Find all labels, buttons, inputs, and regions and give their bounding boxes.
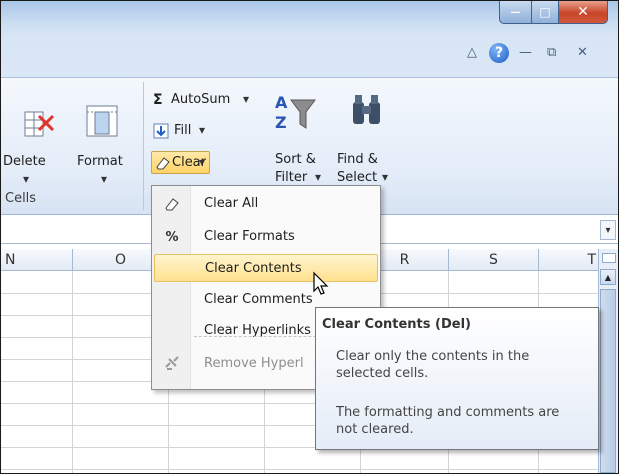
sort-filter-icon: A Z bbox=[275, 93, 316, 132]
clear-button[interactable]: Clear ▾ bbox=[151, 151, 210, 174]
delete-label: Delete bbox=[3, 154, 46, 169]
help-icon: ? bbox=[494, 45, 504, 61]
format-cells-icon bbox=[86, 105, 118, 137]
maximize-icon: □ bbox=[539, 5, 551, 19]
caret-up-icon: △ bbox=[467, 45, 477, 60]
excel-window: — □ ✕ △ ? — ⧉ ✕ Delete ▾ Format ▾ Cells … bbox=[0, 0, 619, 474]
doc-restore-button[interactable]: ⧉ bbox=[547, 45, 556, 60]
binoculars-icon bbox=[353, 95, 380, 124]
restore-icon: ⧉ bbox=[547, 45, 557, 60]
svg-text:A: A bbox=[275, 93, 288, 112]
chevron-down-icon: ▾ bbox=[382, 170, 389, 184]
title-bar: — □ ✕ bbox=[1, 1, 618, 35]
chevron-down-icon: ▾ bbox=[199, 123, 206, 137]
fill-button[interactable]: Fill ▾ bbox=[153, 120, 223, 142]
column-header-s[interactable]: S bbox=[449, 249, 539, 271]
tooltip-line-3: The formatting and comments are bbox=[336, 405, 560, 420]
chevron-down-icon: ▾ bbox=[23, 172, 30, 186]
sort-filter-label-1: Sort & bbox=[275, 152, 316, 167]
fill-label: Fill bbox=[174, 123, 192, 138]
expand-formula-bar-button[interactable]: ▾ bbox=[600, 220, 616, 240]
grid-row-line bbox=[1, 469, 599, 470]
chevron-down-icon: ▾ bbox=[101, 172, 108, 186]
group-separator bbox=[143, 82, 144, 210]
fill-down-icon bbox=[153, 123, 169, 139]
sort-filter-label-2: Filter bbox=[275, 170, 308, 185]
mouse-cursor-icon bbox=[313, 271, 329, 295]
cells-group-label: Cells bbox=[5, 191, 37, 206]
delete-cells-icon bbox=[24, 111, 55, 137]
autosum-label: AutoSum bbox=[171, 92, 231, 107]
autosum-button[interactable]: Σ AutoSum ▾ bbox=[153, 90, 263, 112]
svg-text:Z: Z bbox=[275, 113, 287, 132]
scroll-up-button[interactable]: ▲ bbox=[600, 269, 616, 285]
chevron-down-icon: ▾ bbox=[199, 155, 206, 169]
clear-contents-tooltip: Clear Contents (Del) Clear only the cont… bbox=[315, 307, 599, 450]
maximize-button[interactable]: □ bbox=[532, 1, 559, 24]
doc-minimize-button[interactable]: — bbox=[519, 45, 532, 60]
find-select-label-1: Find & bbox=[337, 152, 378, 167]
window-controls: — □ ✕ bbox=[499, 1, 608, 25]
format-label: Format bbox=[77, 154, 123, 169]
minimize-button[interactable]: — bbox=[499, 1, 532, 24]
eraser-icon bbox=[162, 194, 182, 214]
clear-formats-icon: % bbox=[165, 229, 179, 245]
column-header-t[interactable]: T bbox=[539, 249, 599, 271]
sort-filter-button[interactable]: A Z Sort & Filter ▾ bbox=[273, 82, 329, 185]
caret-up-icon: ▲ bbox=[604, 272, 612, 282]
find-select-label-2: Select bbox=[337, 170, 378, 185]
format-button[interactable]: Format ▾ bbox=[73, 82, 135, 186]
close-icon: ✕ bbox=[577, 45, 588, 60]
vertical-scrollbar[interactable]: ▲ bbox=[598, 249, 618, 473]
find-select-button[interactable]: Find & Select ▾ bbox=[337, 82, 397, 185]
close-button[interactable]: ✕ bbox=[559, 1, 608, 24]
broken-link-icon bbox=[162, 354, 182, 374]
minimize-icon: — bbox=[510, 6, 521, 18]
chevron-down-icon: ▾ bbox=[605, 224, 611, 236]
tooltip-line-2: selected cells. bbox=[336, 366, 429, 381]
doc-close-button[interactable]: ✕ bbox=[577, 45, 588, 60]
scroll-thumb[interactable] bbox=[600, 289, 616, 473]
minimize-ribbon-button[interactable]: △ bbox=[467, 45, 477, 60]
eraser-icon bbox=[156, 157, 170, 170]
grid-col-line bbox=[72, 271, 73, 473]
help-button[interactable]: ? bbox=[489, 43, 509, 63]
chevron-down-icon: ▾ bbox=[243, 92, 250, 106]
menu-item-clear-all[interactable]: Clear All bbox=[154, 190, 378, 218]
delete-button[interactable]: Delete ▾ bbox=[3, 82, 67, 186]
tooltip-line-1: Clear only the contents in the bbox=[336, 349, 530, 364]
menu-item-clear-formats[interactable]: % Clear Formats bbox=[154, 223, 378, 251]
menu-item-clear-contents[interactable]: Clear Contents bbox=[154, 254, 378, 282]
minimize-icon: — bbox=[519, 45, 532, 60]
tooltip-title: Clear Contents (Del) bbox=[322, 317, 471, 332]
column-header-n[interactable]: N bbox=[1, 249, 73, 271]
chevron-down-icon: ▾ bbox=[315, 170, 322, 184]
ribbon-tab-row: △ ? — ⧉ ✕ bbox=[1, 35, 618, 78]
split-handle[interactable] bbox=[602, 253, 616, 263]
tooltip-line-4: not cleared. bbox=[336, 422, 414, 437]
sigma-icon: Σ bbox=[153, 92, 163, 108]
close-icon: ✕ bbox=[577, 4, 589, 20]
